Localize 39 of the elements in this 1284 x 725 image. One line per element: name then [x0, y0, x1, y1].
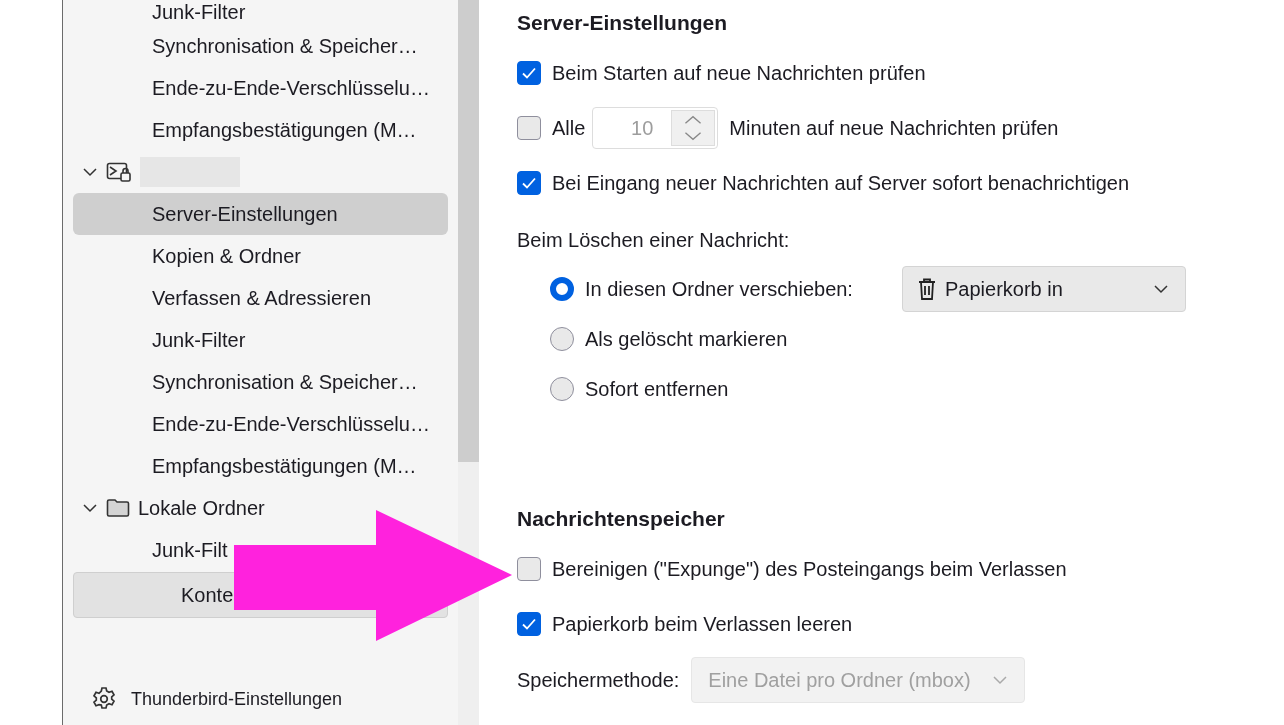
checkbox-label[interactable]: Bei Eingang neuer Nachrichten auf Server sofort benachrichtigen [552, 171, 1129, 195]
trash-icon [917, 277, 937, 301]
radio-button[interactable] [550, 277, 574, 301]
checkbox-label[interactable]: Beim Starten auf neue Nachrichten prüfen [552, 61, 926, 85]
radio-label[interactable]: Als gelöscht markieren [585, 327, 788, 351]
group-label: Beim Löschen einer Nachricht: [517, 227, 791, 253]
radio-label[interactable]: In diesen Ordner verschieben: [585, 277, 853, 301]
sidebar-item[interactable]: Kopien & Ordner [73, 235, 301, 277]
sidebar-item[interactable]: Empfangsbestätigungen (M… [73, 109, 417, 151]
sidebar-item[interactable]: Synchronisation & Speicher… [73, 361, 418, 403]
field-label: Minuten auf neue Nachrichten prüfen [729, 116, 1059, 140]
checkbox[interactable] [517, 557, 541, 581]
sidebar-item[interactable]: Ende-zu-Ende-Verschlüsselu… [73, 67, 430, 109]
sidebar-item[interactable]: Empfangsbestätigungen (M… [73, 445, 417, 487]
sidebar-item[interactable]: Verfassen & Adressieren [73, 277, 371, 319]
checkbox[interactable] [517, 171, 541, 195]
section-heading: Nachrichtenspeicher [517, 506, 726, 532]
mail-lock-icon [106, 161, 132, 183]
sidebar-item[interactable]: Junk-Filter [73, 319, 246, 361]
checkbox[interactable] [517, 612, 541, 636]
checkbox-label[interactable]: Papierkorb beim Verlassen leeren [552, 612, 853, 636]
field-label: Speichermethode: [517, 668, 680, 692]
sidebar-item[interactable]: Junk-Filt [73, 529, 228, 571]
radio-button[interactable] [550, 327, 574, 351]
sidebar-item[interactable]: Synchronisation & Speicher… [73, 25, 418, 67]
sidebar-item[interactable]: Server-Einstellungen [73, 193, 448, 235]
folder-dropdown[interactable]: Papierkorb in [902, 266, 1186, 312]
account-name[interactable]: Lokale Ordner [138, 496, 265, 520]
section-heading: Server-Einstellungen [517, 10, 729, 36]
radio-button[interactable] [550, 377, 574, 401]
folder-icon [106, 498, 130, 518]
settings-icon[interactable] [91, 686, 117, 712]
settings-link[interactable]: Thunderbird-Einstellungen [131, 688, 343, 710]
radio-label[interactable]: Sofort entfernen [585, 377, 729, 401]
scrollbar-thumb[interactable] [458, 0, 479, 462]
sidebar-item[interactable]: Junk-Filter [73, 0, 246, 25]
checkbox-label[interactable]: Bereinigen ("Expunge") des Posteingangs beim Verlassen [552, 557, 1067, 581]
checkbox[interactable] [517, 61, 541, 85]
sidebar-item[interactable]: Ende-zu-Ende-Verschlüsselu… [73, 403, 430, 445]
